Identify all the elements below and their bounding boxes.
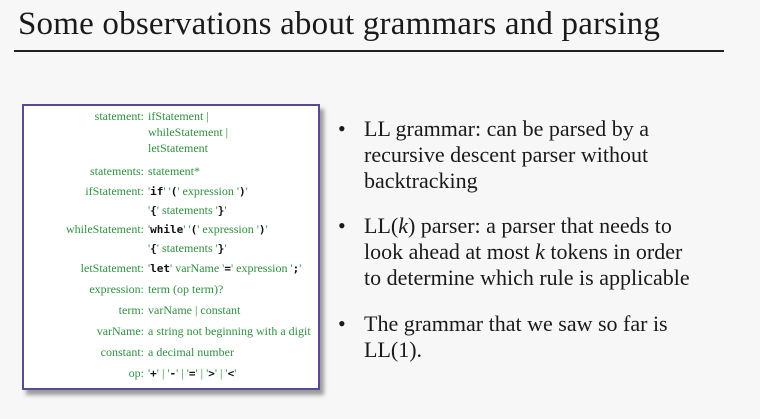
rule-name: whileStatement: bbox=[66, 222, 144, 236]
rule-definition: a string not beginning with a digit bbox=[148, 324, 311, 338]
rule-definition: '+' | '-' | '=' | '>' | '<' bbox=[148, 366, 237, 380]
rule-line: 'if' '(' expression ')' bbox=[148, 184, 248, 198]
rule-line: '{' statements '}' bbox=[148, 241, 227, 255]
rule-definition: varName | constant bbox=[148, 303, 241, 317]
rule-line: '{' statements '}' bbox=[148, 203, 227, 217]
rule-name: ifStatement: bbox=[85, 184, 144, 198]
slide-title: Some observations about grammars and par… bbox=[18, 6, 661, 42]
bullet-dot: • bbox=[338, 213, 346, 238]
rule-definition: statement* bbox=[148, 164, 200, 178]
rule-definition: 'while' '(' expression ')' '{' statement… bbox=[148, 221, 268, 257]
rule-name: op: bbox=[128, 366, 144, 380]
rule-definition: 'let' varName '=' expression ';' bbox=[148, 261, 302, 275]
rule-definition: term (op term)? bbox=[148, 282, 224, 296]
rule-name: letStatement: bbox=[80, 261, 144, 275]
rule-name: statements: bbox=[90, 164, 144, 178]
bullet-text: The grammar that we saw so far is LL(1). bbox=[364, 311, 668, 362]
rule-name: statement: bbox=[94, 109, 144, 123]
rule-name: constant: bbox=[100, 345, 144, 359]
rule-line: ifStatement | bbox=[148, 109, 209, 123]
rule-definition: 'if' '(' expression ')' '{' statements '… bbox=[148, 183, 248, 219]
rule-definition: ifStatement | whileStatement | letStatem… bbox=[148, 108, 228, 156]
bullet-text: LL grammar: can be parsed by a recursive… bbox=[364, 116, 650, 193]
rule-name: expression: bbox=[89, 282, 144, 296]
bullet-dot: • bbox=[338, 311, 346, 336]
rule-definition: a decimal number bbox=[148, 345, 234, 359]
bullet-text: LL(k) parser: a parser that needs to loo… bbox=[364, 213, 690, 290]
rule-line: letStatement bbox=[148, 141, 208, 155]
grammar-box: statement: ifStatement | whileStatement … bbox=[22, 104, 320, 390]
rule-name: term: bbox=[118, 303, 144, 317]
rule-line: whileStatement | bbox=[148, 125, 229, 139]
title-underline bbox=[14, 50, 724, 52]
bullet-dot: • bbox=[338, 116, 346, 141]
rule-name: varName: bbox=[96, 324, 144, 338]
rule-line: 'while' '(' expression ')' bbox=[148, 222, 268, 236]
